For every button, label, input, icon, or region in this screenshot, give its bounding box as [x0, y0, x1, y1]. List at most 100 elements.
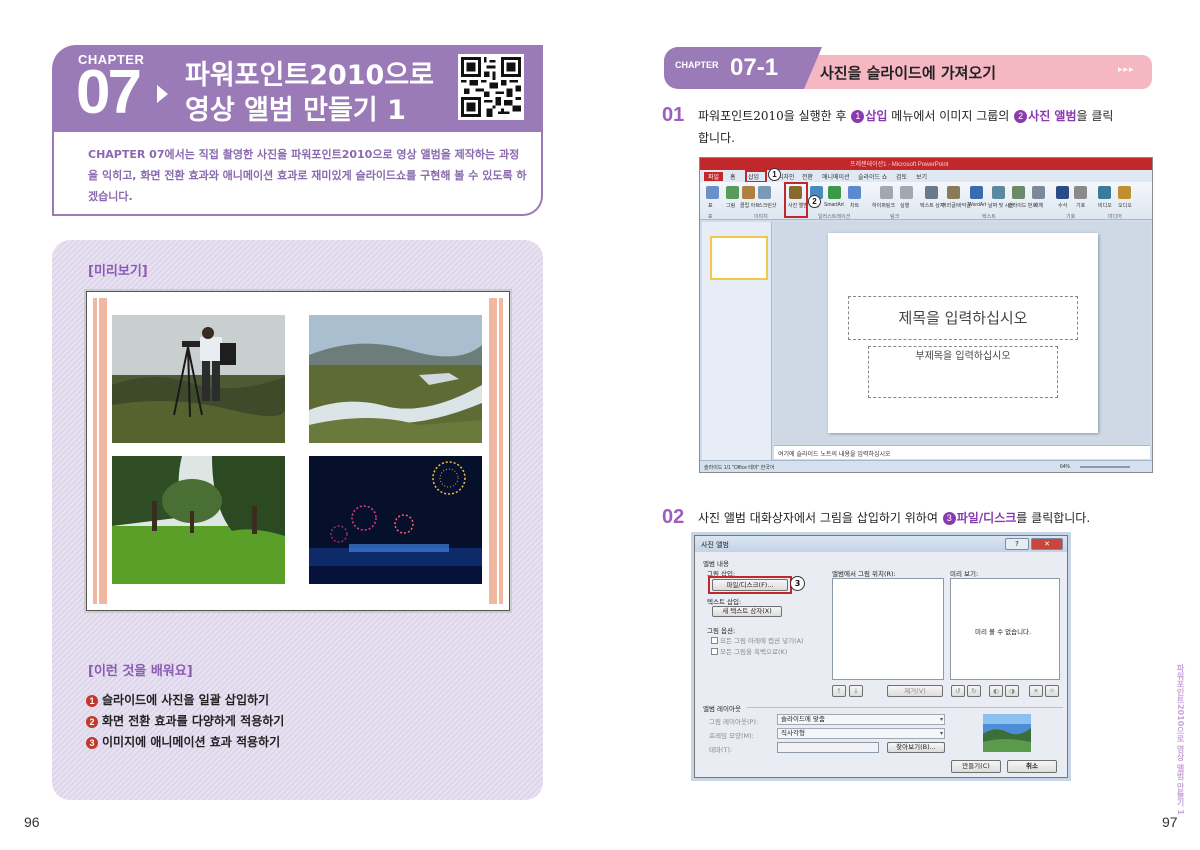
- preview-slide: [86, 291, 510, 611]
- tab-home[interactable]: 홈: [730, 172, 736, 181]
- tab-slideshow[interactable]: 슬라이드 쇼: [858, 172, 887, 181]
- slide-edge-right: [489, 298, 503, 604]
- textbox-icon[interactable]: [925, 186, 938, 199]
- blackwhite-checkbox[interactable]: [711, 648, 718, 655]
- notes-pane[interactable]: 여기에 슬라이드 노트의 내용을 입력하십시오: [774, 445, 1150, 459]
- tab-transitions[interactable]: 전환: [802, 172, 813, 181]
- zoom-slider[interactable]: [1080, 466, 1130, 468]
- insert-text-label: 텍스트 삽입:: [707, 598, 742, 606]
- contrast-up-icon[interactable]: ◐: [989, 685, 1003, 697]
- subtitle-placeholder[interactable]: 부제목을 입력하십시오: [868, 346, 1058, 398]
- number-badge: 2: [86, 715, 98, 728]
- create-button[interactable]: 만들기(C): [951, 760, 1001, 773]
- table-icon[interactable]: [706, 186, 719, 199]
- step-1-keyword-album: 사진 앨범: [1028, 109, 1077, 123]
- chapter-number: 07: [76, 58, 142, 127]
- step-2-text-a: 사진 앨범 대화상자에서 그림을 삽입하기 위하여: [698, 511, 942, 525]
- caption-option-label: 모든 그림 아래에 캡션 넣기(A): [720, 637, 804, 645]
- learn-item: 2 화면 전환 효과를 다양하게 적용하기: [86, 711, 284, 732]
- datetime-icon[interactable]: [992, 186, 1005, 199]
- object-icon[interactable]: [1032, 186, 1045, 199]
- ribbon-group: 기호: [1066, 214, 1076, 220]
- chapter-title-line1: 파워포인트2010으로: [185, 60, 435, 91]
- picture-icon[interactable]: [726, 186, 739, 199]
- caption-option[interactable]: 모든 그림 아래에 캡션 넣기(A): [711, 635, 804, 645]
- intro-box: CHAPTER 07에서는 직접 촬영한 사진을 파워포인트2010으로 영상 …: [52, 132, 543, 216]
- rotate-right-icon[interactable]: ↻: [967, 685, 981, 697]
- no-preview-text: 미리 볼 수 없습니다.: [975, 628, 1032, 636]
- frame-shape-select[interactable]: 직사각형: [777, 728, 945, 739]
- powerpoint-window: 프레젠테이션1 - Microsoft PowerPoint 파일 홈 삽입 디…: [699, 157, 1153, 473]
- screenshot-icon[interactable]: [758, 186, 771, 199]
- learn-list: 1 슬라이드에 사진을 일괄 삽입하기 2 화면 전환 효과를 다양하게 적용하기 …: [86, 690, 284, 753]
- remove-button[interactable]: 제거(V): [887, 685, 943, 697]
- step-1-keyword-insert: 삽입: [865, 109, 888, 123]
- slide-thumbnail[interactable]: [710, 236, 768, 280]
- zoom-level[interactable]: 64%: [1060, 464, 1070, 470]
- help-button[interactable]: ?: [1005, 538, 1029, 550]
- tab-file[interactable]: 파일: [704, 172, 724, 181]
- audio-icon[interactable]: [1118, 186, 1131, 199]
- ppt-ribbon: 표 그림 클립 아트 스크린샷 사진 앨범 도형 SmartArt 차트 하이퍼…: [700, 182, 1152, 220]
- symbol-icon[interactable]: [1074, 186, 1087, 199]
- new-textbox-button[interactable]: 새 텍스트 상자(X): [712, 606, 782, 617]
- contrast-down-icon[interactable]: ◑: [1005, 685, 1019, 697]
- pictures-list[interactable]: [832, 578, 944, 680]
- wordart-icon[interactable]: [970, 186, 983, 199]
- title-placeholder[interactable]: 제목을 입력하십시오: [848, 296, 1078, 340]
- layout-preview-image: [983, 714, 1031, 752]
- clipart-icon[interactable]: [742, 186, 755, 199]
- brightness-up-icon[interactable]: ☀: [1029, 685, 1043, 697]
- step-number-1: 01: [662, 104, 685, 126]
- number-badge: 3: [86, 736, 98, 749]
- equation-icon[interactable]: [1056, 186, 1069, 199]
- move-up-button[interactable]: ↑: [832, 685, 846, 697]
- learn-item-text: 화면 전환 효과를 다양하게 적용하기: [102, 714, 285, 728]
- theme-input[interactable]: [777, 742, 879, 753]
- ribbon-label: 클립 아트: [740, 203, 760, 209]
- ribbon-label: 오디오: [1118, 203, 1132, 209]
- header-footer-icon[interactable]: [947, 186, 960, 199]
- browse-button[interactable]: 찾아보기(B)...: [887, 742, 945, 753]
- step-number-2: 02: [662, 506, 685, 528]
- side-tab: 파워포인트2010으로 영상 앨범 만들기 1: [1176, 664, 1185, 815]
- dialog-titlebar: 사진 앨범 ? ✕: [695, 536, 1067, 552]
- preview-label: [미리보기]: [88, 264, 148, 279]
- ribbon-label: 텍스트 상자: [920, 203, 945, 209]
- ribbon-label: 머리글/바닥글: [942, 203, 971, 209]
- learn-item: 1 슬라이드에 사진을 일괄 삽입하기: [86, 690, 284, 711]
- tab-review[interactable]: 검토: [896, 172, 907, 181]
- callout-badge: 3: [942, 512, 956, 525]
- ribbon-label: 표: [708, 203, 713, 209]
- smartart-icon[interactable]: [828, 186, 841, 199]
- slides-pane: [702, 222, 772, 460]
- action-icon[interactable]: [900, 186, 913, 199]
- move-down-button[interactable]: ↓: [849, 685, 863, 697]
- ribbon-label: 개체: [1034, 203, 1044, 209]
- cancel-button[interactable]: 취소: [1007, 760, 1057, 773]
- rotate-left-icon[interactable]: ↺: [951, 685, 965, 697]
- picture-layout-select[interactable]: 슬라이드에 맞춤: [777, 714, 945, 725]
- video-icon[interactable]: [1098, 186, 1111, 199]
- photo-park: [112, 456, 285, 584]
- tab-view[interactable]: 보기: [916, 172, 927, 181]
- tab-animations[interactable]: 애니메이션: [822, 172, 850, 181]
- callout-1: 1: [768, 168, 781, 181]
- close-icon[interactable]: ✕: [1031, 538, 1063, 550]
- chart-icon[interactable]: [848, 186, 861, 199]
- slide-number-icon[interactable]: [1012, 186, 1025, 199]
- section-label: CHAPTER: [675, 60, 719, 70]
- blackwhite-option[interactable]: 모든 그림을 흑백으로(K): [711, 646, 787, 656]
- hyperlink-icon[interactable]: [880, 186, 893, 199]
- callout-2: 2: [808, 195, 821, 208]
- brightness-down-icon[interactable]: ☼: [1045, 685, 1059, 697]
- picture-options-label: 그림 옵션:: [707, 627, 736, 635]
- callout-3: 3: [790, 576, 805, 591]
- ribbon-label: 기호: [1076, 203, 1086, 209]
- ribbon-group: 링크: [890, 214, 900, 220]
- ribbon-group: 텍스트: [982, 214, 996, 220]
- qr-code-icon[interactable]: [458, 54, 524, 120]
- ribbon-label: 실행: [900, 203, 910, 209]
- caption-checkbox[interactable]: [711, 637, 718, 644]
- ribbon-label: 스크린샷: [758, 203, 777, 209]
